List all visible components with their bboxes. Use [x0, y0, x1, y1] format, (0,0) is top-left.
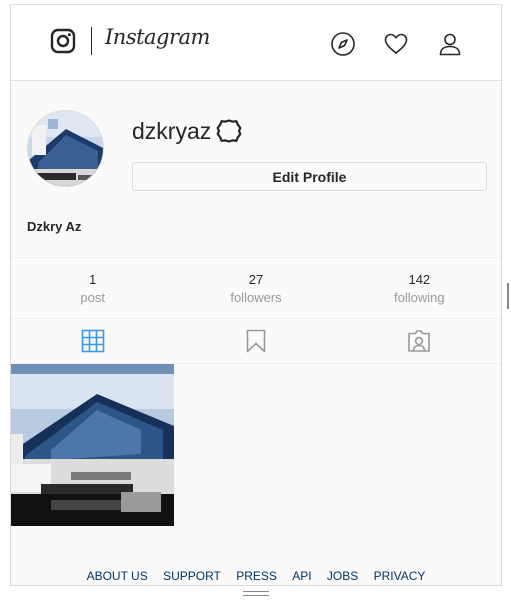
stat-followers-label: followers	[230, 290, 282, 305]
tab-tagged[interactable]	[338, 319, 501, 363]
post-photo	[11, 364, 174, 526]
app-frame: Instagram dzkryaz Edit Profile Dzkry Az …	[10, 4, 502, 586]
stat-following-count: 142	[408, 272, 431, 287]
stat-following[interactable]: 142 following	[338, 258, 501, 318]
profile-stats: 1 post 27 followers 142 following	[11, 257, 501, 319]
settings-gear-icon[interactable]	[216, 118, 242, 144]
stat-followers-count: 27	[248, 272, 264, 287]
avatar-photo	[28, 111, 103, 186]
stat-posts-label: post	[80, 290, 105, 305]
grid-icon	[81, 329, 104, 353]
footer-link-about[interactable]: ABOUT US	[87, 569, 148, 583]
tab-saved[interactable]	[174, 319, 337, 363]
stat-following-label: following	[394, 290, 445, 305]
stat-posts[interactable]: 1 post	[11, 258, 174, 318]
stat-followers[interactable]: 27 followers	[174, 258, 337, 318]
bookmark-icon	[246, 329, 266, 353]
activity-heart-icon[interactable]	[383, 31, 409, 57]
profile-username: dzkryaz	[132, 118, 212, 144]
footer-link-api[interactable]: API	[292, 569, 311, 583]
profile-tabs	[11, 319, 501, 364]
edit-profile-button[interactable]: Edit Profile	[132, 162, 487, 191]
resize-grip-icon[interactable]	[243, 591, 269, 598]
footer-link-privacy[interactable]: PRIVACY	[374, 569, 426, 583]
instagram-camera-icon[interactable]	[50, 28, 76, 54]
post-thumbnail[interactable]	[11, 364, 174, 526]
instagram-wordmark[interactable]: Instagram	[105, 25, 210, 49]
tagged-portrait-icon	[408, 330, 431, 352]
footer-link-press[interactable]: PRESS	[236, 569, 277, 583]
scrollbar-thumb[interactable]	[507, 283, 509, 309]
tab-posts-grid[interactable]	[11, 319, 174, 363]
explore-compass-icon[interactable]	[330, 31, 356, 57]
profile-avatar[interactable]	[27, 110, 104, 187]
footer-links: ABOUT US SUPPORT PRESS API JOBS PRIVACY	[11, 569, 501, 583]
profile-person-icon[interactable]	[437, 31, 463, 57]
top-navigation-bar: Instagram	[11, 5, 501, 81]
logo-divider	[91, 27, 92, 55]
stat-posts-count: 1	[89, 272, 97, 287]
footer-link-jobs[interactable]: JOBS	[327, 569, 358, 583]
profile-full-name: Dzkry Az	[27, 219, 82, 234]
footer-link-support[interactable]: SUPPORT	[163, 569, 221, 583]
